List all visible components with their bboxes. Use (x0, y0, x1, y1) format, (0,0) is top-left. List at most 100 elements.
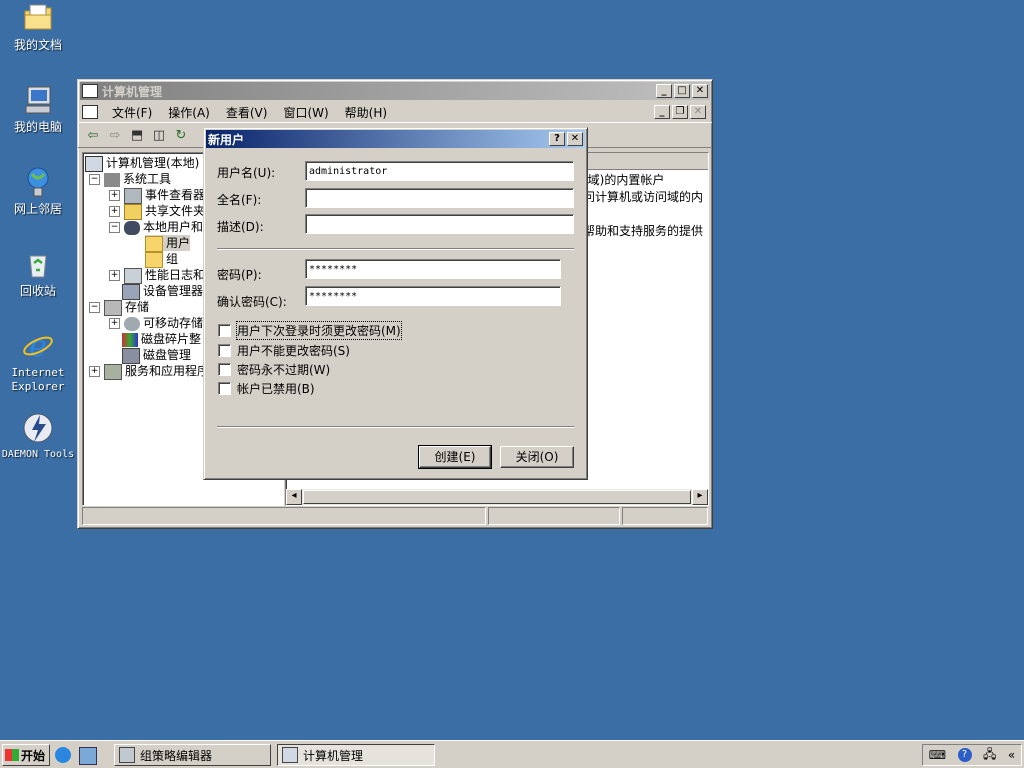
scroll-left-icon[interactable]: ◂ (286, 489, 302, 505)
task-computer-management[interactable]: 计算机管理 (277, 744, 435, 766)
tree-item[interactable]: 设备管理器 (122, 283, 203, 300)
expand-icon[interactable]: + (89, 366, 100, 377)
new-user-dialog: 新用户 ? ✕ 用户名(U): administrator 全名(F): 描述(… (203, 127, 588, 480)
tree-item[interactable]: 组 (145, 251, 178, 268)
details-text: 帮助和支持服务的提供 (583, 224, 704, 238)
folder-documents-icon (22, 2, 54, 34)
show-tree-icon[interactable]: ◫ (148, 125, 170, 145)
close-icon[interactable]: ✕ (567, 132, 583, 146)
expand-icon[interactable]: + (109, 206, 120, 217)
disk-management-icon (122, 347, 140, 364)
details-text: 问计算机或访问域的内 (583, 190, 704, 204)
scroll-right-icon[interactable]: ▸ (692, 489, 708, 505)
desktop-icon-ie[interactable]: e Internet Explorer (0, 329, 76, 394)
tree-item[interactable]: + 共享文件夹 (109, 203, 205, 220)
performance-log-icon (124, 267, 142, 284)
create-button[interactable]: 创建(E) (418, 445, 492, 469)
expand-icon[interactable]: + (109, 190, 120, 201)
close-button[interactable]: 关闭(O) (500, 446, 574, 468)
account-disabled-checkbox[interactable]: 帐户已禁用(B) (218, 380, 315, 397)
task-label: 组策略编辑器 (140, 748, 213, 763)
start-button[interactable]: 开始 (2, 744, 50, 766)
confirm-password-field[interactable]: ******** (305, 286, 561, 306)
tree-item[interactable]: + 性能日志和 (109, 267, 205, 284)
expand-icon[interactable]: + (109, 318, 120, 329)
close-button[interactable]: ✕ (692, 84, 708, 98)
cannot-change-password-checkbox[interactable]: 用户不能更改密码(S) (218, 342, 350, 359)
menu-file[interactable]: 文件(F) (104, 104, 160, 121)
status-bar (82, 507, 708, 525)
tree-item-selected[interactable]: 用户 (145, 235, 191, 252)
forward-arrow-icon[interactable]: ⇨ (104, 125, 126, 145)
refresh-icon[interactable]: ↻ (170, 125, 192, 145)
checkbox-box[interactable] (218, 344, 231, 357)
child-restore-button[interactable]: ❐ (672, 105, 688, 119)
window-titlebar[interactable]: 计算机管理 _ □ ✕ (80, 82, 710, 100)
help-tray-icon[interactable]: ? (957, 748, 972, 762)
network-icon (22, 166, 54, 198)
keyboard-icon[interactable]: ⌨ (929, 748, 946, 762)
desktop-icon-label: Internet Explorer (11, 366, 65, 393)
minimize-button[interactable]: _ (656, 84, 672, 98)
expand-tray-icon[interactable]: « (1008, 748, 1015, 762)
desktop-icon-my-computer[interactable]: 我的电脑 (0, 84, 76, 134)
back-arrow-icon[interactable]: ⇦ (82, 125, 104, 145)
computer-management-icon (82, 84, 98, 98)
tree-item[interactable]: + 服务和应用程序 (89, 363, 209, 380)
task-gpedit[interactable]: 组策略编辑器 (114, 744, 271, 766)
child-minimize-button[interactable]: _ (654, 105, 670, 119)
checkbox-box[interactable] (218, 363, 231, 376)
fullname-field[interactable] (305, 188, 574, 208)
collapse-icon[interactable]: − (89, 302, 100, 313)
desktop-icon-label: 回收站 (19, 284, 56, 298)
desktop-icon-label: 网上邻居 (13, 202, 62, 216)
password-never-expires-checkbox[interactable]: 密码永不过期(W) (218, 361, 330, 378)
tree-label: 存储 (125, 300, 150, 314)
network-tray-icon[interactable]: 🖧 (983, 745, 996, 766)
computer-management-icon (85, 155, 103, 172)
tree-item[interactable]: 磁盘管理 (122, 347, 192, 364)
expand-icon[interactable]: + (109, 270, 120, 281)
removable-storage-icon (124, 316, 140, 331)
tree-item[interactable]: − 存储 (89, 299, 150, 316)
up-folder-icon[interactable]: ⬒ (126, 125, 148, 145)
username-field[interactable]: administrator (305, 161, 574, 181)
checkbox-box[interactable] (218, 324, 231, 337)
desktop-icon-recycle-bin[interactable]: 回收站 (0, 248, 76, 298)
scroll-thumb[interactable] (303, 490, 691, 504)
menu-action[interactable]: 操作(A) (160, 104, 218, 121)
help-icon[interactable]: ? (549, 132, 565, 146)
checkbox-label: 帐户已禁用(B) (237, 382, 315, 396)
horizontal-scrollbar[interactable]: ◂ ▸ (286, 489, 708, 505)
desktop-icon-my-documents[interactable]: 我的文档 (0, 2, 76, 52)
menu-help[interactable]: 帮助(H) (337, 104, 395, 121)
child-close-button[interactable]: ✕ (690, 105, 706, 119)
desktop-quicklaunch-icon[interactable] (79, 747, 97, 765)
tree-item[interactable]: + 事件查看器 (109, 187, 205, 204)
menu-window[interactable]: 窗口(W) (275, 104, 336, 121)
must-change-password-checkbox[interactable]: 用户下次登录时须更改密码(M) (218, 321, 402, 340)
password-field[interactable]: ******** (305, 259, 561, 279)
password-label: 密码(P): (217, 268, 262, 282)
description-field[interactable] (305, 214, 574, 234)
tree-item[interactable]: + 可移动存储 (109, 315, 203, 331)
status-pane (488, 507, 620, 525)
tree-item[interactable]: 磁盘碎片整 (122, 331, 201, 347)
ie-quicklaunch-icon[interactable] (55, 747, 71, 763)
collapse-icon[interactable]: − (109, 222, 120, 233)
users-group-icon (124, 220, 140, 235)
tree-item[interactable]: − 本地用户和 (109, 219, 203, 235)
dialog-titlebar[interactable]: 新用户 ? ✕ (206, 130, 585, 148)
desktop-icon-daemon-tools[interactable]: DAEMON Tools (0, 412, 76, 462)
tree-item[interactable]: − 系统工具 (89, 171, 171, 187)
checkbox-box[interactable] (218, 382, 231, 395)
separator (217, 426, 574, 428)
tree-label: 磁盘管理 (143, 348, 192, 362)
collapse-icon[interactable]: − (89, 174, 100, 185)
maximize-button[interactable]: □ (674, 84, 690, 98)
desktop-icon-network[interactable]: 网上邻居 (0, 166, 76, 216)
tree-item[interactable]: 计算机管理(本地) (85, 155, 199, 172)
gpedit-icon (119, 747, 135, 763)
menu-view[interactable]: 查看(V) (218, 104, 276, 121)
tree-label: 本地用户和 (143, 220, 204, 234)
